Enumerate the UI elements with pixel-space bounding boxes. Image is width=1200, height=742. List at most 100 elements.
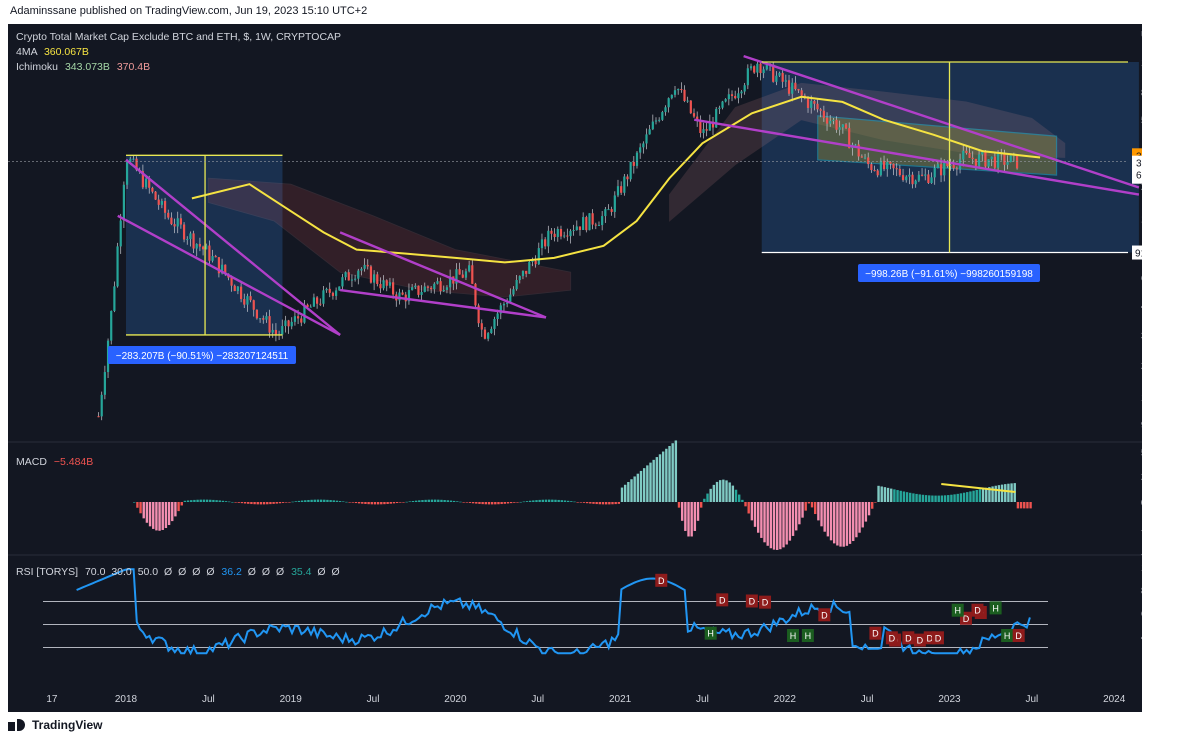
macd-bar-238 xyxy=(886,487,890,502)
macd-bar-68 xyxy=(348,502,351,503)
macd-bar-197 xyxy=(756,502,760,533)
candle-256 xyxy=(908,174,911,177)
candle-85 xyxy=(366,264,369,267)
macd-bar-164 xyxy=(652,459,655,502)
candle-226 xyxy=(813,101,816,104)
macd-bar-116 xyxy=(500,502,503,505)
candle-21 xyxy=(163,201,167,213)
macd-bar-32 xyxy=(234,502,237,503)
macd-bar-250 xyxy=(924,495,928,502)
candle-196 xyxy=(718,107,721,109)
macd-bar-75 xyxy=(370,502,373,505)
candle-261 xyxy=(924,174,927,176)
macd-bar-265 xyxy=(972,490,975,502)
macd-bar-51 xyxy=(294,501,297,502)
macd-bar-205 xyxy=(782,502,785,548)
macd-bar-275 xyxy=(1004,484,1007,502)
macd-bar-216 xyxy=(817,502,820,521)
candle-42 xyxy=(230,277,233,286)
macd-bar-39 xyxy=(256,502,259,505)
price-tick-7: 30B xyxy=(1141,331,1142,342)
rsi-param-9: Ø xyxy=(261,566,271,578)
candle-267 xyxy=(943,161,946,176)
macd-bar-120 xyxy=(513,502,516,503)
macd-bar-37 xyxy=(250,502,253,505)
rsi-marker-13: H xyxy=(805,631,812,641)
macd-bar-178 xyxy=(696,502,700,521)
chart-svg: −283.207B (−90.51%) −283207124511 −998.26… xyxy=(8,30,1142,705)
candle-7 xyxy=(119,220,122,247)
rsi-marker-18: D xyxy=(935,633,942,643)
candle-35 xyxy=(208,245,211,261)
tradingview-logo-icon xyxy=(8,719,26,731)
macd-bar-30 xyxy=(228,501,231,503)
candle-231 xyxy=(829,120,832,124)
macd-bar-174 xyxy=(684,502,687,531)
candle-1 xyxy=(100,394,103,417)
candle-287 xyxy=(1006,162,1009,165)
macd-bar-2 xyxy=(139,502,142,514)
candle-266 xyxy=(939,164,943,176)
candle-176 xyxy=(654,120,658,122)
macd-bar-223 xyxy=(839,502,842,547)
candle-198 xyxy=(724,99,727,102)
macd-bar-7 xyxy=(155,502,158,531)
macd-bar-241 xyxy=(896,490,899,502)
candle-215 xyxy=(778,72,781,76)
macd-bar-154 xyxy=(620,487,624,502)
macd-bar-17 xyxy=(186,500,190,502)
macd-bar-131 xyxy=(547,499,551,502)
time-tick-10: Jul xyxy=(861,694,874,705)
rsi-label: RSI [TORYS] xyxy=(16,566,79,578)
rsi-param-8: Ø xyxy=(247,566,256,578)
macd-bar-134 xyxy=(557,499,560,502)
candle-183 xyxy=(677,89,680,91)
candle-228 xyxy=(819,109,822,111)
time-tick-5: 2020 xyxy=(444,694,467,705)
macd-bar-281 xyxy=(1023,502,1026,509)
macd-bar-102 xyxy=(456,501,459,502)
macd-bar-177 xyxy=(693,502,697,531)
candle-69 xyxy=(315,297,319,304)
candle-117 xyxy=(468,265,471,272)
macd-bar-215 xyxy=(814,502,817,515)
candle-9 xyxy=(125,162,129,185)
macd-bar-208 xyxy=(791,502,795,536)
candle-54 xyxy=(268,316,271,333)
macd-bar-260 xyxy=(956,493,959,502)
candle-220 xyxy=(794,82,797,90)
candle-242 xyxy=(863,157,867,159)
price-tick-5: 65B xyxy=(1141,274,1142,285)
macd-bar-64 xyxy=(335,500,339,502)
candle-182 xyxy=(673,90,677,95)
macd-bar-246 xyxy=(912,493,915,502)
macd-bar-117 xyxy=(503,502,507,504)
macd-bar-91 xyxy=(421,500,424,502)
macd-bar-100 xyxy=(449,500,453,502)
macd-bar-283 xyxy=(1029,502,1032,509)
candle-62 xyxy=(293,316,297,322)
macd-bar-126 xyxy=(532,500,535,502)
candle-149 xyxy=(569,230,572,237)
macd-bar-97 xyxy=(440,499,443,502)
candle-206 xyxy=(749,66,753,69)
macd-bar-255 xyxy=(940,495,944,502)
time-tick-12: Jul xyxy=(1025,694,1038,705)
candle-288 xyxy=(1009,155,1012,163)
macd-bar-236 xyxy=(880,486,883,502)
macd-bar-130 xyxy=(544,499,548,502)
macd-bar-76 xyxy=(373,502,377,505)
candle-64 xyxy=(300,318,303,323)
rsi-param-1: 70.0 xyxy=(84,566,106,578)
macd-bar-34 xyxy=(240,502,244,504)
candle-247 xyxy=(879,160,882,176)
macd-bar-157 xyxy=(630,479,633,502)
macd-bar-80 xyxy=(386,502,389,504)
candle-48 xyxy=(249,296,252,301)
time-tick-3: 2019 xyxy=(280,694,303,705)
macd-bar-240 xyxy=(893,489,896,502)
candle-147 xyxy=(563,235,566,237)
macd-bar-0 xyxy=(133,502,136,503)
macd-bar-221 xyxy=(833,502,836,544)
macd-bar-132 xyxy=(551,499,554,502)
